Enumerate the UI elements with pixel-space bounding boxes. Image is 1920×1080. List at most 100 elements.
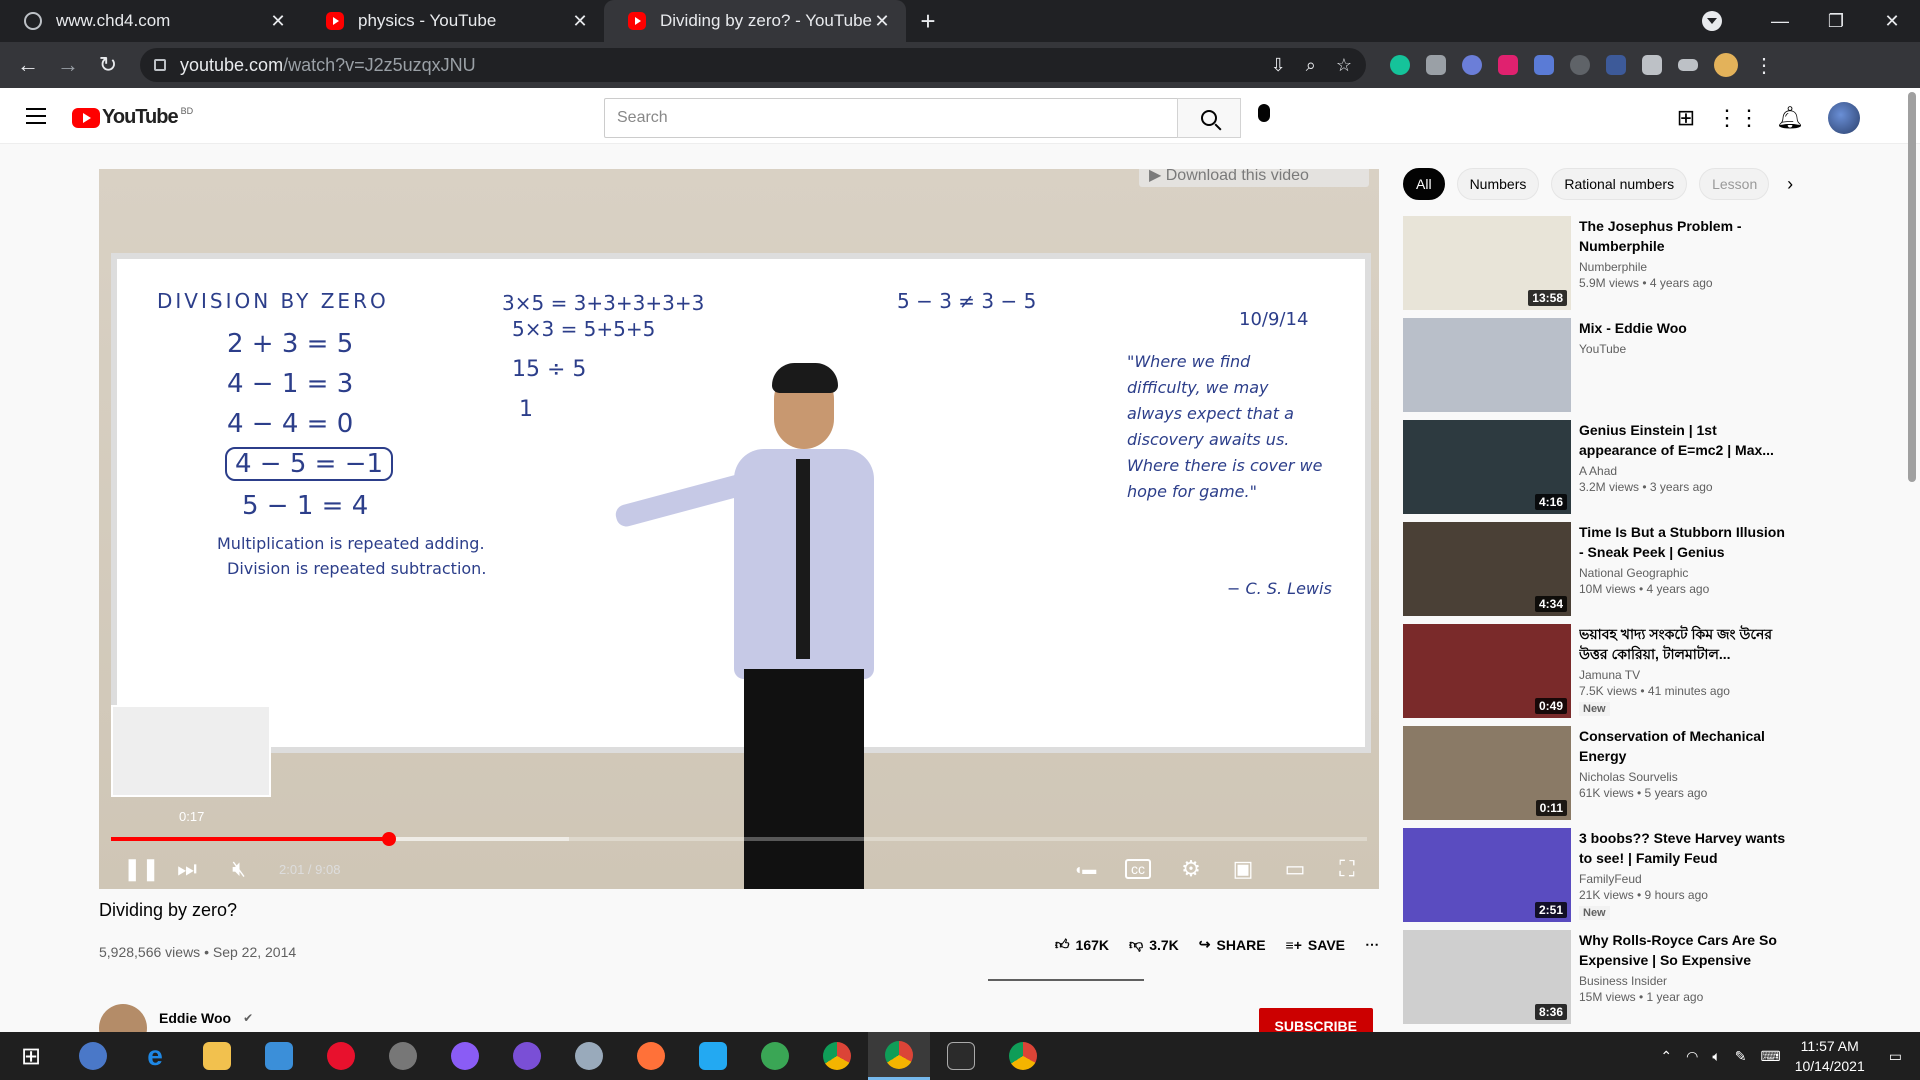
back-icon[interactable]: ← — [8, 52, 48, 78]
account-avatar[interactable] — [1828, 102, 1860, 134]
dislike-button[interactable]: 👎︎ 3.7K — [1129, 936, 1179, 953]
keyboard-icon[interactable]: ⌨ — [1760, 1048, 1780, 1065]
recommendation-item[interactable]: Mix - Eddie Woo YouTube — [1403, 318, 1903, 414]
recommendation-item[interactable]: 8:36 Why Rolls-Royce Cars Are So Expensiv… — [1403, 930, 1903, 1026]
app-icon[interactable] — [62, 1032, 124, 1080]
captions-icon[interactable]: cc — [1125, 859, 1151, 879]
close-tab-icon[interactable]: ✕ — [268, 11, 288, 32]
recommendation-channel[interactable]: National Geographic — [1579, 566, 1789, 580]
file-explorer-icon[interactable] — [186, 1032, 248, 1080]
recommendation-channel[interactable]: A Ahad — [1579, 464, 1789, 478]
download-ext-icon[interactable] — [1534, 55, 1554, 75]
zoom-icon[interactable]: ⌕ — [1306, 55, 1316, 76]
recommendation-channel[interactable]: FamilyFeud — [1579, 872, 1789, 886]
recommendation-thumbnail[interactable]: 13:58 — [1403, 216, 1571, 310]
recommendation-channel[interactable]: Business Insider — [1579, 974, 1789, 988]
notifications-bell-icon[interactable]: 🔔︎ — [1776, 104, 1804, 132]
browser-tab-dividing[interactable]: Dividing by zero? - YouTube ✕ — [604, 0, 906, 42]
recommendation-thumbnail[interactable]: 4:16 — [1403, 420, 1571, 514]
create-video-icon[interactable]: ⊞ — [1672, 104, 1700, 132]
next-icon[interactable]: ⏭︎ — [175, 856, 199, 882]
recommendation-item[interactable]: 2:51 3 boobs?? Steve Harvey wants to see!… — [1403, 828, 1903, 924]
microphone-icon[interactable] — [1258, 104, 1270, 122]
pen-icon[interactable] — [1606, 55, 1626, 75]
recommendation-thumbnail[interactable] — [1403, 318, 1571, 412]
search-input[interactable]: Search — [604, 98, 1184, 138]
clock[interactable]: 11:57 AM 10/14/2021 — [1795, 1036, 1865, 1076]
tab-search-icon[interactable] — [1702, 11, 1722, 31]
progress-bar[interactable] — [111, 832, 1367, 846]
recommendation-thumbnail[interactable]: 8:36 — [1403, 930, 1571, 1024]
recommendation-title[interactable]: Time Is But a Stubborn Illusion - Sneak … — [1579, 522, 1789, 562]
wifi-icon[interactable]: ◠ — [1686, 1048, 1698, 1065]
autoplay-toggle-icon[interactable]: ◖▬ — [1073, 861, 1097, 877]
recommendation-title[interactable]: Mix - Eddie Woo — [1579, 318, 1789, 338]
extension-icon[interactable] — [1570, 55, 1590, 75]
recommendation-thumbnail[interactable]: 0:49 — [1403, 624, 1571, 718]
recommendation-item[interactable]: 4:16 Genius Einstein | 1st appearance of … — [1403, 420, 1903, 516]
windows-start-icon[interactable]: ⊞ — [0, 1032, 62, 1080]
install-icon[interactable]: ⇩ — [1271, 55, 1286, 76]
recommendation-item[interactable]: 0:49 ভয়াবহ খাদ্য সংকটে কিম জং উনের উত্তর… — [1403, 624, 1903, 720]
chip-all[interactable]: All — [1403, 168, 1445, 200]
chip-lesson[interactable]: Lesson — [1699, 168, 1770, 200]
app-icon[interactable] — [558, 1032, 620, 1080]
share-button[interactable]: ↪ SHARE — [1199, 936, 1266, 953]
github-icon[interactable] — [496, 1032, 558, 1080]
chrome-icon[interactable] — [806, 1032, 868, 1080]
download-video-overlay[interactable]: ▶ Download this video — [1139, 169, 1369, 187]
recommendation-item[interactable]: 13:58 The Josephus Problem - Numberphile N… — [1403, 216, 1903, 312]
terminal-icon[interactable] — [930, 1032, 992, 1080]
youtube-logo[interactable]: YouTube BD — [72, 106, 193, 129]
maximize-button[interactable]: ❐ — [1808, 11, 1864, 32]
recommendation-item[interactable]: 4:34 Time Is But a Stubborn Illusion - Sn… — [1403, 522, 1903, 618]
profile-avatar[interactable] — [1714, 53, 1738, 77]
recommendation-title[interactable]: 3 boobs?? Steve Harvey wants to see! | F… — [1579, 828, 1789, 868]
recommendation-thumbnail[interactable]: 4:34 — [1403, 522, 1571, 616]
browser-tab-physics[interactable]: physics - YouTube ✕ — [302, 0, 604, 42]
app-icon[interactable] — [744, 1032, 806, 1080]
more-options-icon[interactable]: ⋯ — [1365, 936, 1379, 953]
recommendation-title[interactable]: Genius Einstein | 1st appearance of E=mc… — [1579, 420, 1789, 460]
recommendation-channel[interactable]: YouTube — [1579, 342, 1789, 356]
apps-grid-icon[interactable]: ⋮⋮ — [1716, 104, 1760, 132]
recommendation-title[interactable]: ভয়াবহ খাদ্য সংকটে কিম জং উনের উত্তর কোর… — [1579, 624, 1789, 664]
grammarly-icon[interactable] — [1390, 55, 1410, 75]
mail-icon[interactable] — [248, 1032, 310, 1080]
camera-icon[interactable] — [1426, 55, 1446, 75]
chevron-right-icon[interactable]: › — [1787, 174, 1793, 195]
recommendation-thumbnail[interactable]: 2:51 — [1403, 828, 1571, 922]
miniplayer-icon[interactable]: ▣ — [1231, 856, 1255, 882]
puzzle-icon[interactable] — [1642, 55, 1662, 75]
recommendation-title[interactable]: The Josephus Problem - Numberphile — [1579, 216, 1789, 256]
theater-mode-icon[interactable]: ▭ — [1283, 856, 1307, 882]
settings-gear-icon[interactable]: ⚙︎ — [1179, 856, 1203, 882]
recommendation-thumbnail[interactable]: 0:11 — [1403, 726, 1571, 820]
browser-tab-chd4[interactable]: www.chd4.com ✕ — [0, 0, 302, 42]
recommendation-channel[interactable]: Numberphile — [1579, 260, 1789, 274]
reading-list-icon[interactable] — [1678, 59, 1698, 71]
channel-name[interactable]: Eddie Woo — [159, 1010, 231, 1026]
page-scrollbar[interactable] — [1908, 92, 1916, 482]
messenger-icon[interactable] — [434, 1032, 496, 1080]
chip-rational-numbers[interactable]: Rational numbers — [1551, 168, 1688, 200]
edge-icon[interactable]: e — [124, 1032, 186, 1080]
vscode-icon[interactable] — [682, 1032, 744, 1080]
close-tab-icon[interactable]: ✕ — [872, 11, 892, 32]
forward-icon[interactable]: → — [48, 52, 88, 78]
bookmark-star-icon[interactable]: ☆ — [1336, 55, 1352, 76]
search-button[interactable] — [1177, 98, 1241, 138]
chrome-active-icon[interactable] — [868, 1032, 930, 1080]
fullscreen-icon[interactable]: ⛶ — [1335, 856, 1359, 882]
volume-icon[interactable]: 🔈︎ — [1712, 1048, 1720, 1065]
save-button[interactable]: ≡+ SAVE — [1286, 937, 1345, 953]
chrome-icon[interactable] — [992, 1032, 1054, 1080]
chip-numbers[interactable]: Numbers — [1456, 168, 1540, 200]
recommendation-item[interactable]: 0:11 Conservation of Mechanical Energy Nic… — [1403, 726, 1903, 822]
close-tab-icon[interactable]: ✕ — [570, 11, 590, 32]
opera-icon[interactable] — [310, 1032, 372, 1080]
recommendation-channel[interactable]: Nicholas Sourvelis — [1579, 770, 1789, 784]
pause-icon[interactable]: ❚❚ — [123, 856, 160, 882]
video-player[interactable]: DIVISION BY ZERO 2 + 3 = 5 4 − 1 = 3 4 −… — [99, 169, 1379, 889]
reload-icon[interactable]: ↻ — [88, 52, 128, 78]
